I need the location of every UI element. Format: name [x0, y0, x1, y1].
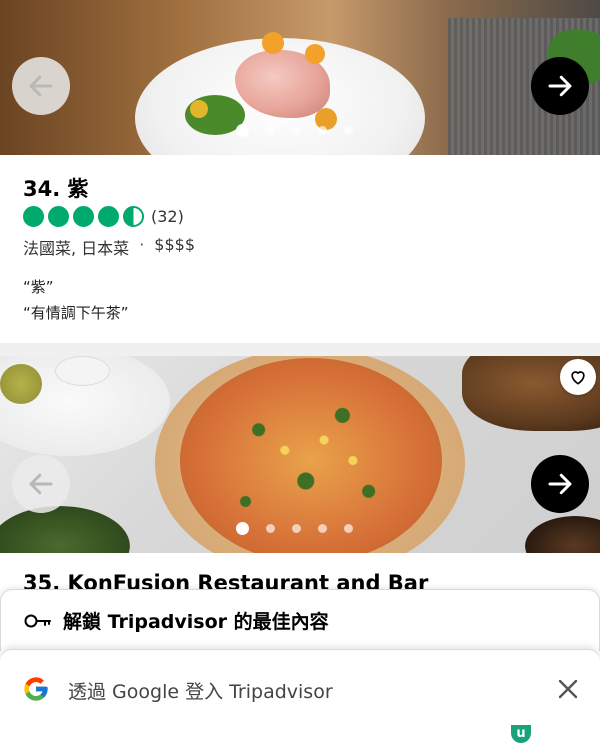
arrow-right-icon — [548, 75, 572, 97]
review-snippet[interactable]: “有情調下午茶” — [23, 302, 129, 323]
food-photo-bowl — [0, 506, 130, 553]
google-signin-text[interactable]: 透過 Google 登入 Tripadvisor — [68, 677, 333, 704]
previous-photo-button[interactable] — [12, 455, 70, 513]
save-favorite-button[interactable] — [560, 359, 596, 395]
rating-bubbles: (32) — [23, 206, 184, 227]
pagination-dot[interactable] — [344, 524, 353, 533]
next-photo-button[interactable] — [531, 455, 589, 513]
pagination-dot[interactable] — [318, 126, 327, 135]
next-photo-button[interactable] — [531, 57, 589, 115]
close-button[interactable] — [553, 674, 583, 704]
rating-bubble — [48, 206, 69, 227]
listing-title[interactable]: 34. 紫 — [23, 173, 89, 203]
footer-strip — [0, 729, 600, 750]
listing-card[interactable]: 34. 紫 (32) 法國菜, 日本菜 · $$$$ “紫” “有情調下午茶” — [0, 155, 600, 343]
listing-meta: 法國菜, 日本菜 · $$$$ — [23, 235, 195, 259]
google-signin-prompt[interactable]: 透過 Google 登入 Tripadvisor — [0, 649, 600, 729]
food-photo-garnish — [305, 44, 325, 64]
price-level: $$$$ — [154, 235, 195, 254]
unlock-banner-text: 解鎖 Tripadvisor 的最佳內容 — [63, 611, 329, 633]
rating-bubble — [98, 206, 119, 227]
photo-pagination-dots — [236, 124, 353, 137]
pagination-dot[interactable] — [292, 126, 301, 135]
pagination-dot[interactable] — [266, 126, 275, 135]
review-count[interactable]: (32) — [151, 207, 184, 226]
arrow-left-icon — [29, 473, 53, 495]
food-photo-sauce — [55, 356, 110, 386]
food-photo-dip — [0, 364, 42, 404]
pagination-dot[interactable] — [236, 124, 249, 137]
rating-bubble — [73, 206, 94, 227]
pagination-dot[interactable] — [292, 524, 301, 533]
google-g-icon — [24, 677, 48, 701]
heart-icon — [571, 371, 585, 385]
rating-bubble-half — [123, 206, 144, 227]
pagination-dot[interactable] — [236, 522, 249, 535]
card-divider — [0, 343, 600, 356]
review-snippet[interactable]: “紫” — [23, 276, 54, 297]
arrow-right-icon — [548, 473, 572, 495]
food-photo-bowl — [525, 516, 600, 553]
photo-pagination-dots — [236, 522, 353, 535]
unlock-content-banner[interactable]: 解鎖 Tripadvisor 的最佳內容 — [0, 589, 600, 651]
previous-photo-button[interactable] — [12, 57, 70, 115]
pagination-dot[interactable] — [344, 126, 353, 135]
food-photo-garnish — [190, 100, 208, 118]
food-photo-garnish — [262, 32, 284, 54]
close-icon — [558, 679, 578, 699]
arrow-left-icon — [29, 75, 53, 97]
pagination-dot[interactable] — [318, 524, 327, 533]
key-icon — [24, 614, 51, 628]
meta-separator: · — [139, 235, 145, 254]
rating-bubble — [23, 206, 44, 227]
cuisine-text: 法國菜, 日本菜 — [23, 239, 130, 258]
pagination-dot[interactable] — [266, 524, 275, 533]
